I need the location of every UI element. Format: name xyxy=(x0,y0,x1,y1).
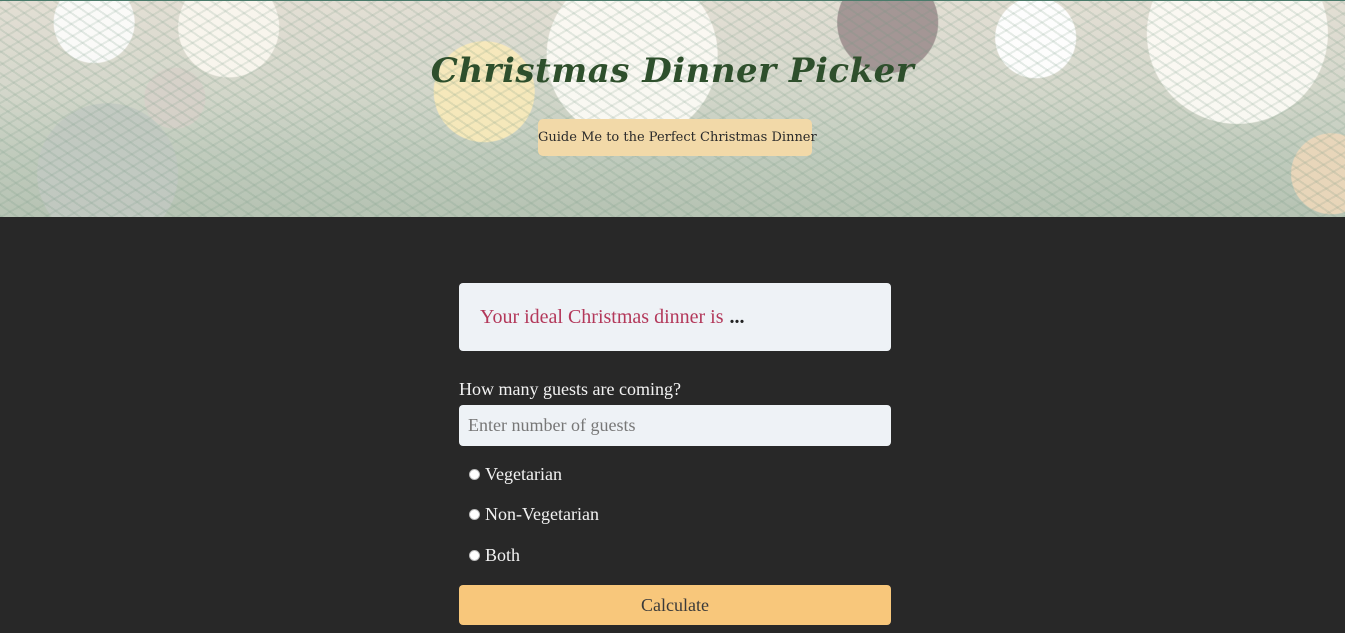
radio-button[interactable] xyxy=(469,509,480,520)
radio-button[interactable] xyxy=(469,469,480,480)
radio-label: Non-Vegetarian xyxy=(485,504,599,524)
result-prefix: Your ideal Christmas dinner is xyxy=(480,305,724,328)
radio-label: Vegetarian xyxy=(485,464,562,484)
radio-option-non-vegetarian[interactable]: Non-Vegetarian xyxy=(469,504,599,525)
guests-label: How many guests are coming? xyxy=(459,379,681,399)
radio-option-vegetarian[interactable]: Vegetarian xyxy=(469,464,562,485)
radio-label: Both xyxy=(485,545,521,565)
page-title: Christmas Dinner Picker xyxy=(430,51,915,91)
guide-button[interactable]: Guide Me to the Perfect Christmas Dinner xyxy=(538,119,817,156)
calculate-button[interactable]: Calculate xyxy=(459,585,891,625)
radio-option-both[interactable]: Both xyxy=(469,545,520,566)
hero-banner: Christmas Dinner Picker Guide Me to the … xyxy=(0,0,1345,217)
guests-input[interactable] xyxy=(459,405,891,446)
radio-button[interactable] xyxy=(469,550,480,561)
result-box: Your ideal Christmas dinner is ... xyxy=(459,283,891,351)
result-value: ... xyxy=(729,305,745,328)
